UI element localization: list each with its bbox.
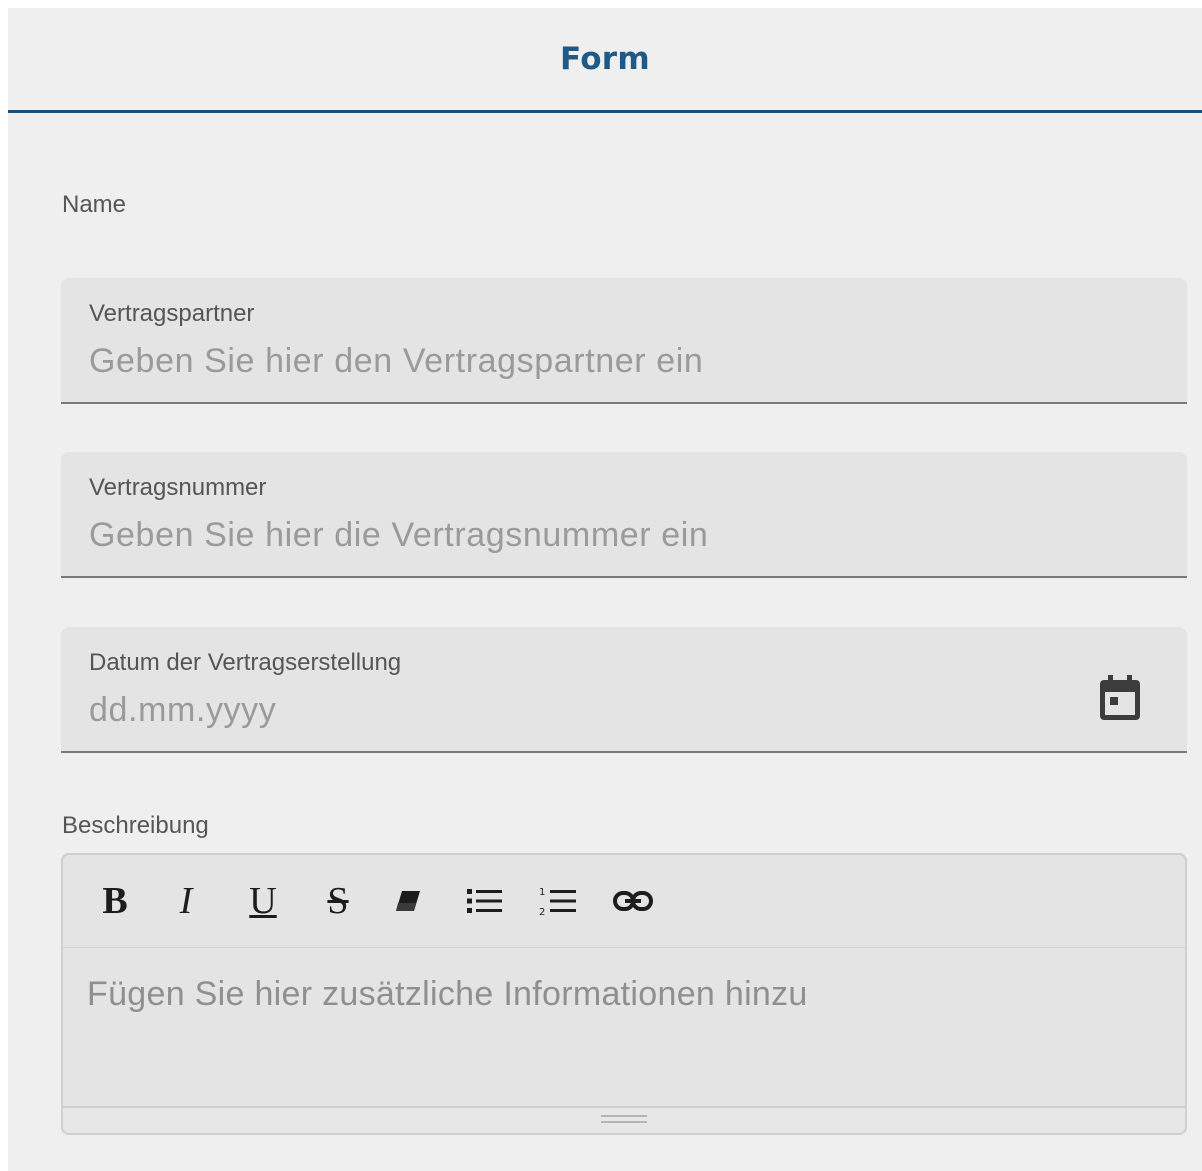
strikethrough-button[interactable]: S <box>313 879 363 923</box>
vertragsdatum-field[interactable]: Datum der Vertragserstellung dd.mm.yyyy <box>61 627 1187 753</box>
numbered-list-icon[interactable]: 1 2 <box>533 879 583 923</box>
eraser-icon[interactable] <box>383 879 433 923</box>
bold-button[interactable]: B <box>90 879 140 923</box>
form-page: Form Name Vertragspartner Geben Sie hier… <box>8 8 1202 1171</box>
editor-statusbar <box>63 1106 1185 1133</box>
vertragsnummer-field[interactable]: Vertragsnummer Geben Sie hier die Vertra… <box>61 452 1187 578</box>
calendar-icon[interactable] <box>1098 675 1142 721</box>
underline-button[interactable]: U <box>238 879 288 923</box>
bullet-list-icon[interactable] <box>460 879 510 923</box>
editor-toolbar: B I U S 1 2 <box>63 855 1185 948</box>
description-editor[interactable]: B I U S 1 2 Fügen Sie hier zusätzliche I… <box>61 853 1187 1135</box>
vertragspartner-input[interactable]: Geben Sie hier den Vertragspartner ein <box>89 342 1069 381</box>
italic-button[interactable]: I <box>161 879 211 923</box>
description-label: Beschreibung <box>62 812 209 839</box>
vertragsnummer-label: Vertragsnummer <box>89 474 267 501</box>
page-title: Form <box>559 41 650 77</box>
form-header: Form <box>8 8 1202 113</box>
vertragspartner-field[interactable]: Vertragspartner Geben Sie hier den Vertr… <box>61 278 1187 404</box>
resize-handle[interactable] <box>601 1115 647 1123</box>
vertragsnummer-input[interactable]: Geben Sie hier die Vertragsnummer ein <box>89 516 1069 555</box>
name-section-label: Name <box>62 191 127 218</box>
svg-text:2: 2 <box>539 907 545 917</box>
description-textarea[interactable]: Fügen Sie hier zusätzliche Informationen… <box>87 975 808 1014</box>
vertragspartner-label: Vertragspartner <box>89 300 255 327</box>
link-icon[interactable] <box>608 879 658 923</box>
vertragsdatum-label: Datum der Vertragserstellung <box>89 649 402 676</box>
vertragsdatum-input[interactable]: dd.mm.yyyy <box>89 691 1069 730</box>
svg-text:1: 1 <box>539 887 545 898</box>
